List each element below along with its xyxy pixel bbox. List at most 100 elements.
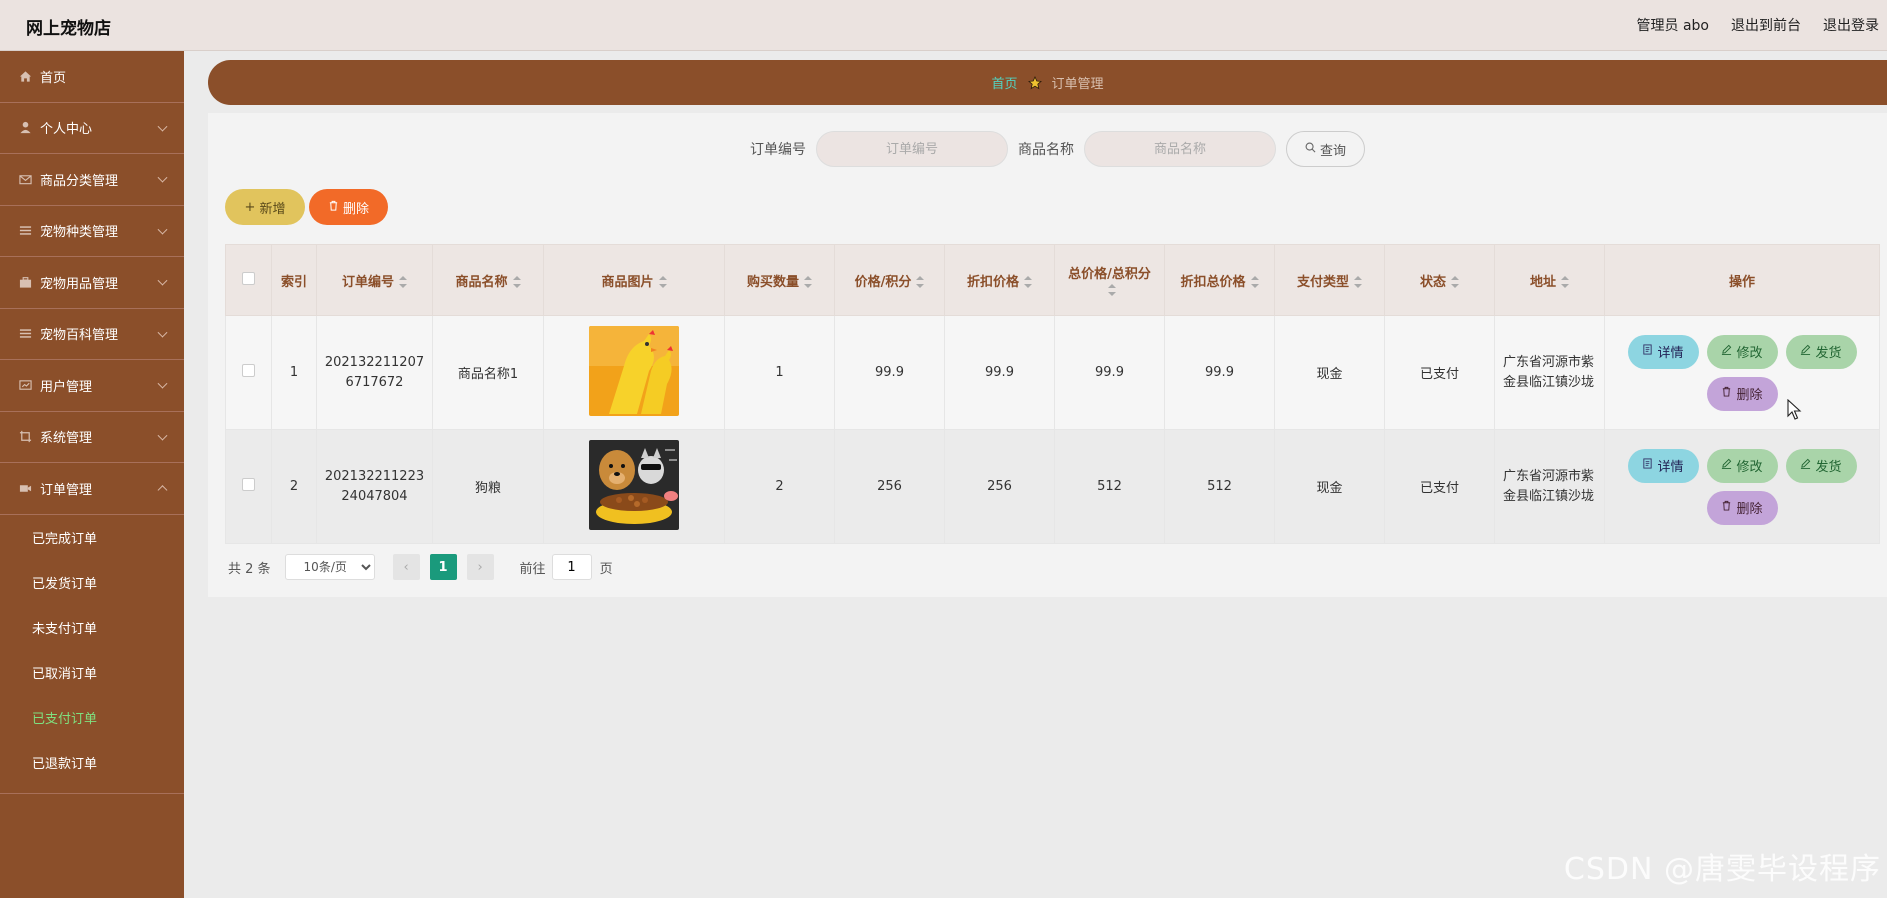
edit-button[interactable]: 修改 <box>1706 448 1778 483</box>
page-number-current[interactable]: 1 <box>429 554 457 580</box>
logout-link[interactable]: 退出登录 <box>1823 15 1879 35</box>
sidebar-item-label: 用户管理 <box>40 379 93 395</box>
sort-icon[interactable] <box>658 276 667 288</box>
watermark: CSDN @唐雯毕设程序 <box>1563 852 1881 887</box>
header-total[interactable]: 总价格/总积分 <box>1054 244 1165 316</box>
sort-icon[interactable] <box>1108 283 1116 296</box>
detail-button[interactable]: 详情 <box>1627 334 1699 369</box>
back-front-link[interactable]: 退出到前台 <box>1731 15 1801 35</box>
goto-page-input[interactable] <box>551 554 592 580</box>
header-order-no[interactable]: 订单编号 <box>316 244 433 316</box>
sidebar-item-home[interactable]: 首页 <box>0 51 184 103</box>
sidebar-item-users[interactable]: 用户管理 <box>0 360 184 412</box>
breadcrumb-home[interactable]: 首页 <box>991 73 1017 92</box>
header-status[interactable]: 状态 <box>1384 244 1495 316</box>
sidebar-item-label: 个人中心 <box>40 122 93 138</box>
row-checkbox[interactable] <box>242 364 255 377</box>
header-discount-total[interactable]: 折扣总价格 <box>1164 244 1275 316</box>
sidebar-item-label: 宠物用品管理 <box>40 276 119 292</box>
header-discount-price[interactable]: 折扣价格 <box>944 244 1055 316</box>
submenu-shipped-orders[interactable]: 已发货订单 <box>0 560 184 605</box>
delete-button[interactable]: 删除 <box>1706 376 1778 411</box>
next-page-button[interactable]: › <box>466 554 494 580</box>
sort-icon[interactable] <box>1250 276 1259 288</box>
cell-price: 256 <box>834 429 945 544</box>
product-name-input[interactable] <box>1083 131 1276 167</box>
ship-button[interactable]: 发货 <box>1785 448 1857 483</box>
sidebar-item-orders[interactable]: 订单管理 <box>0 463 184 515</box>
header-qty[interactable]: 购买数量 <box>724 244 835 316</box>
detail-button[interactable]: 详情 <box>1627 448 1699 483</box>
header-pay-type[interactable]: 支付类型 <box>1274 244 1385 316</box>
row-checkbox[interactable] <box>242 478 255 491</box>
submenu-unpaid-orders[interactable]: 未支付订单 <box>0 605 184 650</box>
top-bar: 网上宠物店 管理员 abo 退出到前台 退出登录 <box>0 0 1887 51</box>
pencil-icon <box>1721 458 1732 473</box>
add-label: 新增 <box>259 201 286 217</box>
sort-icon[interactable] <box>1024 276 1032 288</box>
sort-icon[interactable] <box>1354 276 1362 288</box>
cell-pay-type: 现金 <box>1274 429 1385 544</box>
edit-button[interactable]: 修改 <box>1706 334 1778 369</box>
select-all-cell[interactable] <box>225 244 272 316</box>
header-actions: 管理员 abo 退出到前台 退出登录 <box>1637 15 1879 35</box>
header-address[interactable]: 地址 <box>1494 244 1605 316</box>
sidebar-item-pet-type[interactable]: 宠物种类管理 <box>0 206 184 257</box>
order-no-label: 订单编号 <box>749 142 806 158</box>
page-size-select[interactable]: 10条/页 <box>284 554 375 580</box>
header-price[interactable]: 价格/积分 <box>834 244 945 316</box>
submenu-completed-orders[interactable]: 已完成订单 <box>0 515 184 560</box>
sidebar-item-label: 商品分类管理 <box>40 173 119 189</box>
trash-icon <box>328 200 339 215</box>
sort-icon[interactable] <box>804 276 812 288</box>
submenu-refunded-orders[interactable]: 已退款订单 <box>0 740 184 785</box>
cell-product: 商品名称1 <box>432 315 544 430</box>
select-all-checkbox[interactable] <box>242 271 255 285</box>
sidebar-item-category[interactable]: 商品分类管理 <box>0 154 184 206</box>
query-label: 查询 <box>1319 143 1346 159</box>
header-ops: 操作 <box>1604 244 1880 316</box>
cell-discount-total: 99.9 <box>1164 315 1275 430</box>
cell-price: 99.9 <box>834 315 945 430</box>
submenu-cancelled-orders[interactable]: 已取消订单 <box>0 650 184 695</box>
sort-icon[interactable] <box>1561 276 1569 288</box>
delete-button[interactable]: 删除 <box>1706 490 1778 525</box>
cell-address: 广东省河源市紫金县临江镇沙垅 <box>1494 429 1605 544</box>
document-icon <box>1642 458 1653 473</box>
cell-pay-type: 现金 <box>1274 315 1385 430</box>
document-icon <box>1642 344 1653 359</box>
order-no-input[interactable] <box>815 131 1008 167</box>
search-icon <box>1305 142 1316 157</box>
sidebar-item-pet-supplies[interactable]: 宠物用品管理 <box>0 257 184 309</box>
delete-label: 删除 <box>342 201 369 217</box>
prev-page-button[interactable]: ‹ <box>392 554 420 580</box>
cell-discount-price: 256 <box>944 429 1055 544</box>
sidebar-item-label: 首页 <box>40 70 67 86</box>
cell-qty: 2 <box>724 429 835 544</box>
video-icon <box>18 481 32 495</box>
admin-label: 管理员 abo <box>1636 18 1709 34</box>
batch-delete-button[interactable]: 删除 <box>309 189 388 225</box>
sidebar: 首页 个人中心 商品分类管理 宠物种类管理 宠物用品管理 宠物百科管理 用户管理… <box>0 51 184 898</box>
breadcrumb-current: 订单管理 <box>1051 77 1104 92</box>
cell-order-no: 202132211207 6717672 <box>316 315 433 430</box>
trash-icon <box>1721 386 1732 401</box>
chevron-up-icon <box>157 485 168 496</box>
sidebar-item-pet-wiki[interactable]: 宠物百科管理 <box>0 309 184 360</box>
sort-icon[interactable] <box>512 276 521 288</box>
chevron-down-icon <box>157 224 168 235</box>
add-button[interactable]: + 新增 <box>225 189 305 225</box>
message-icon <box>18 378 32 392</box>
sort-icon[interactable] <box>916 276 925 288</box>
header-product[interactable]: 商品名称 <box>432 244 544 316</box>
cell-status: 已支付 <box>1384 429 1495 544</box>
sort-icon[interactable] <box>399 276 407 288</box>
submenu-paid-orders[interactable]: 已支付订单 <box>0 695 184 740</box>
query-button[interactable]: 查询 <box>1285 131 1365 167</box>
sidebar-item-profile[interactable]: 个人中心 <box>0 103 184 154</box>
ship-button[interactable]: 发货 <box>1785 334 1857 369</box>
sidebar-item-system[interactable]: 系统管理 <box>0 412 184 463</box>
chevron-down-icon <box>157 327 168 338</box>
header-image[interactable]: 商品图片 <box>543 244 725 316</box>
sort-icon[interactable] <box>1451 276 1459 288</box>
